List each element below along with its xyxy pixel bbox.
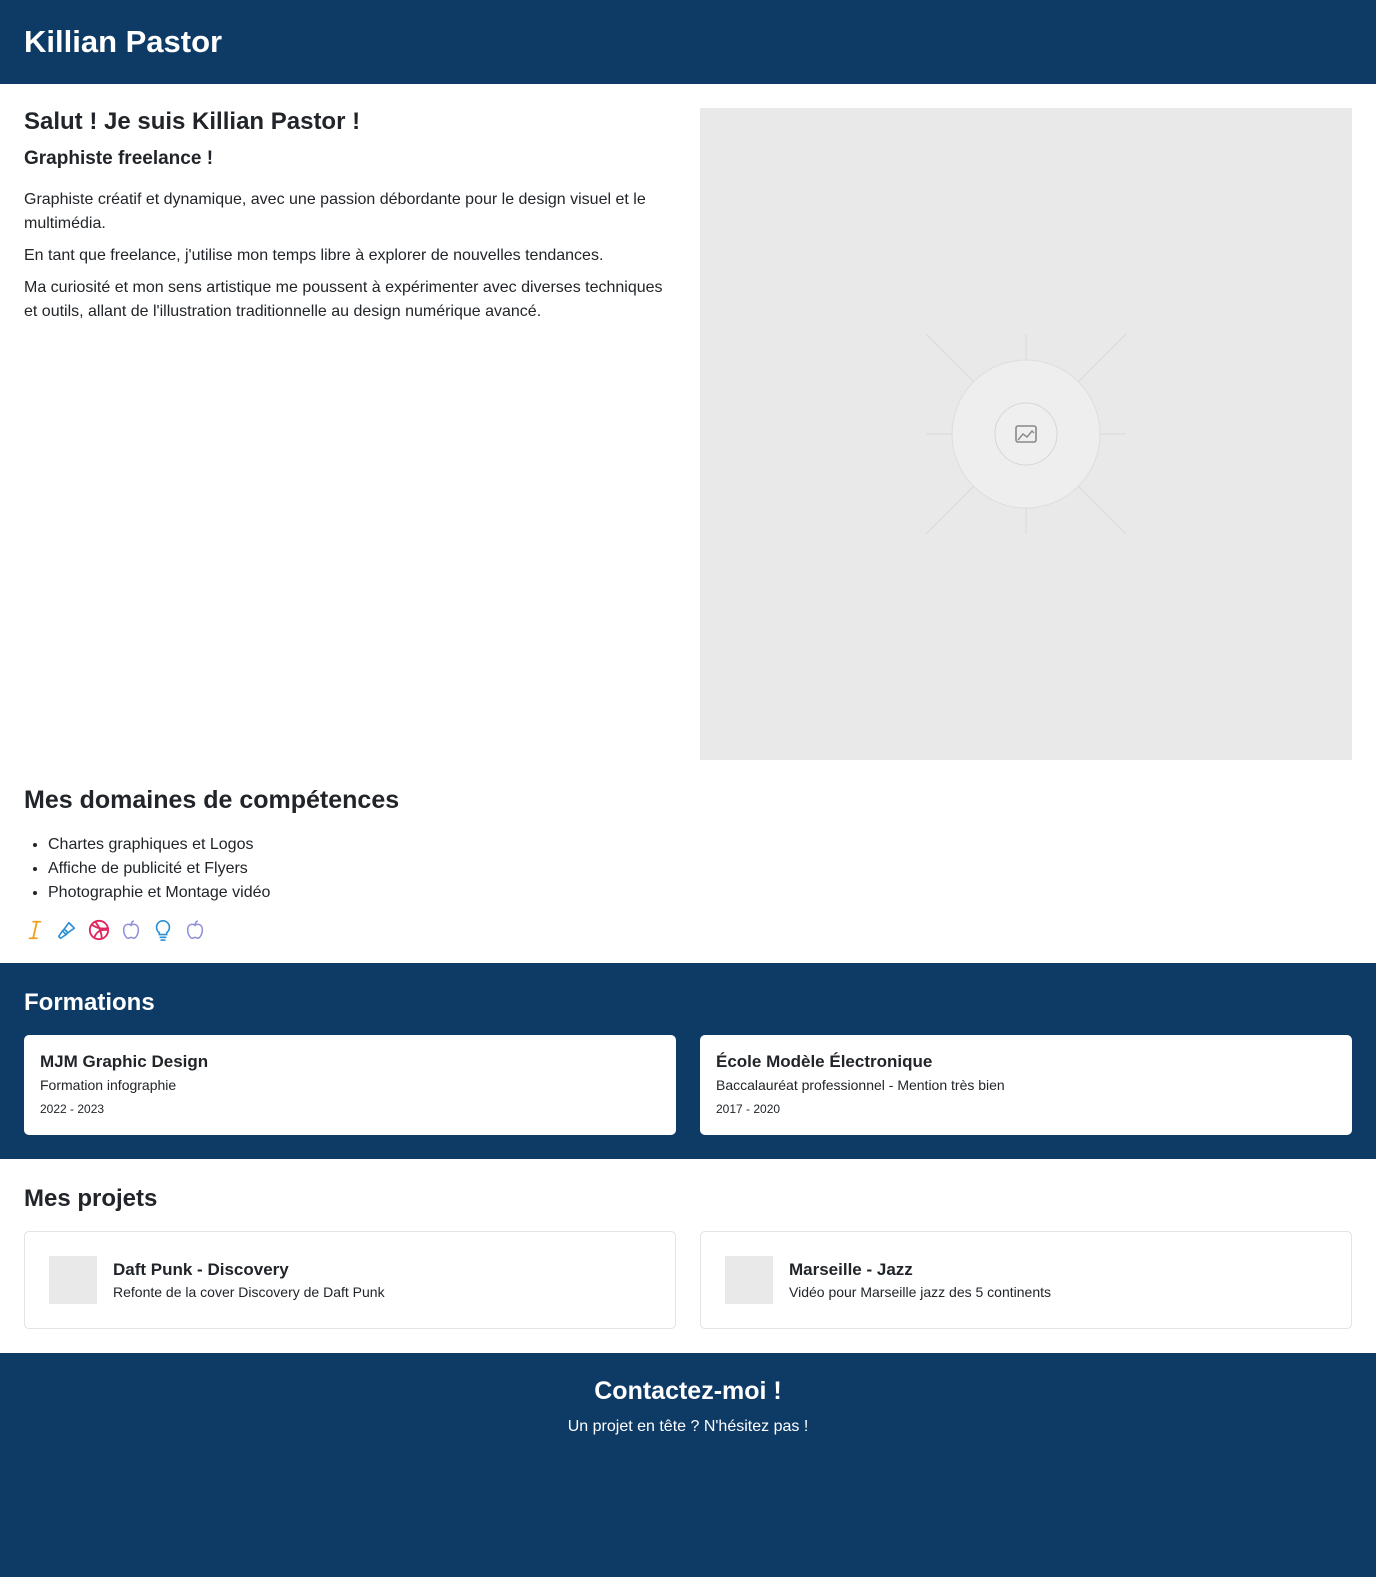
paintbrush-icon xyxy=(56,919,78,941)
formation-subtitle: Formation infographie xyxy=(40,1077,177,1093)
projects-section: Mes projets Daft Punk - Discovery Refont… xyxy=(0,1159,1376,1353)
project-text: Daft Punk - Discovery Refonte de la cove… xyxy=(113,1260,385,1300)
project-thumbnail xyxy=(725,1256,773,1304)
site-title: Killian Pastor xyxy=(24,24,223,59)
hero-subheading: Graphiste freelance ! xyxy=(24,148,214,169)
formation-card: MJM Graphic Design Formation infographie… xyxy=(24,1035,676,1135)
list-item: Photographie et Montage vidéo xyxy=(48,881,1352,905)
project-card[interactable]: Daft Punk - Discovery Refonte de la cove… xyxy=(24,1231,676,1329)
image-placeholder-icon xyxy=(926,334,1126,534)
formation-title: École Modèle Électronique xyxy=(716,1052,933,1071)
list-item: Chartes graphiques et Logos xyxy=(48,833,1352,857)
projects-cards: Daft Punk - Discovery Refonte de la cove… xyxy=(24,1231,1352,1329)
skills-heading: Mes domaines de compétences xyxy=(24,786,400,814)
hero-paragraph: Ma curiosité et mon sens artistique me p… xyxy=(24,279,663,320)
formations-heading: Formations xyxy=(24,989,155,1016)
formation-subtitle: Baccalauréat professionnel - Mention trè… xyxy=(716,1077,1005,1093)
contact-heading: Contactez-moi ! xyxy=(594,1377,782,1405)
hero-text: Salut ! Je suis Killian Pastor ! Graphis… xyxy=(24,108,676,760)
contact-subtitle: Un projet en tête ? N'hésitez pas ! xyxy=(567,1418,809,1435)
skills-list: Chartes graphiques et Logos Affiche de p… xyxy=(24,833,1352,905)
project-title: Daft Punk - Discovery xyxy=(113,1260,289,1279)
dribbble-icon xyxy=(88,919,110,941)
project-thumbnail xyxy=(49,1256,97,1304)
formations-section: Formations MJM Graphic Design Formation … xyxy=(0,963,1376,1159)
list-item: Affiche de publicité et Flyers xyxy=(48,857,1352,881)
formations-cards: MJM Graphic Design Formation infographie… xyxy=(24,1035,1352,1135)
site-header: Killian Pastor xyxy=(0,0,1376,84)
formation-dates: 2022 - 2023 xyxy=(40,1102,105,1116)
formation-card: École Modèle Électronique Baccalauréat p… xyxy=(700,1035,1352,1135)
hero-heading: Salut ! Je suis Killian Pastor ! xyxy=(24,108,361,135)
hero-image-placeholder xyxy=(700,108,1352,760)
italic-icon xyxy=(24,919,46,941)
formation-title: MJM Graphic Design xyxy=(40,1052,209,1071)
project-subtitle: Vidéo pour Marseille jazz des 5 continen… xyxy=(789,1284,1052,1300)
hero-section: Salut ! Je suis Killian Pastor ! Graphis… xyxy=(0,84,1376,760)
skill-icons xyxy=(24,919,1352,941)
project-text: Marseille - Jazz Vidéo pour Marseille ja… xyxy=(789,1260,1051,1300)
contact-section: Contactez-moi ! Un projet en tête ? N'hé… xyxy=(0,1353,1376,1577)
project-title: Marseille - Jazz xyxy=(789,1260,913,1279)
skills-section: Mes domaines de compétences Chartes grap… xyxy=(0,760,1376,963)
apple-icon xyxy=(120,919,142,941)
formation-dates: 2017 - 2020 xyxy=(716,1102,781,1116)
hero-paragraph: Graphiste créatif et dynamique, avec une… xyxy=(24,191,646,232)
project-card[interactable]: Marseille - Jazz Vidéo pour Marseille ja… xyxy=(700,1231,1352,1329)
hero-paragraph: En tant que freelance, j'utilise mon tem… xyxy=(24,247,604,264)
apple-icon xyxy=(184,919,206,941)
project-subtitle: Refonte de la cover Discovery de Daft Pu… xyxy=(113,1284,385,1300)
projects-heading: Mes projets xyxy=(24,1185,158,1212)
lightbulb-icon xyxy=(152,919,174,941)
